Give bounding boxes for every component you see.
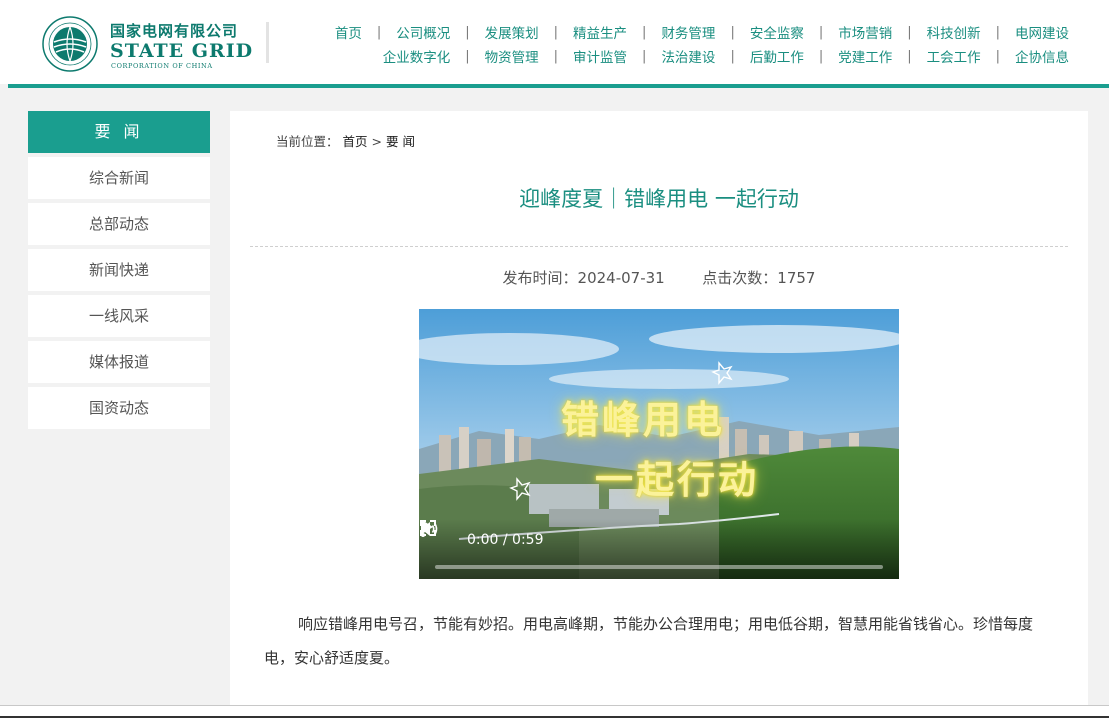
site-logo[interactable]: 国家电网有限公司 STATE GRID CORPORATION OF CHINA <box>40 14 260 72</box>
breadcrumb: 当前位置： 首页 > 要 闻 <box>276 131 415 150</box>
article-panel: 当前位置： 首页 > 要 闻 迎峰度夏｜错峰用电 一起行动 发布时间：2024-… <box>230 111 1088 705</box>
sidebar-item-media-reports[interactable]: 媒体报道 <box>28 341 210 383</box>
company-subtitle-en: CORPORATION OF CHINA <box>111 62 213 70</box>
breadcrumb-home-link[interactable]: 首页 <box>343 134 368 149</box>
site-header: 国家电网有限公司 STATE GRID CORPORATION OF CHINA… <box>0 0 1109 84</box>
nav-item-lean-production[interactable]: 精益生产 <box>573 22 627 42</box>
nav-item-legal[interactable]: 法治建设 <box>661 46 715 66</box>
article-meta: 发布时间：2024-07-31 点击次数：1757 <box>230 267 1088 288</box>
nav-item-audit[interactable]: 审计监管 <box>573 46 627 66</box>
breadcrumb-separator: > <box>371 134 382 149</box>
nav-separator: | <box>465 24 470 40</box>
nav-separator: | <box>730 48 735 64</box>
nav-separator: | <box>818 48 824 64</box>
video-overlay-line-1: 错峰用电 <box>561 398 726 442</box>
header-accent-bar <box>8 84 1109 88</box>
breadcrumb-current[interactable]: 要 闻 <box>386 134 415 149</box>
publish-label: 发布时间： <box>502 269 578 287</box>
sidebar-item-news-express[interactable]: 新闻快递 <box>28 249 210 291</box>
logo-divider <box>266 22 269 63</box>
nav-item-safety[interactable]: 安全监察 <box>750 22 804 42</box>
nav-item-enterprise-association[interactable]: 企协信息 <box>1015 46 1069 66</box>
nav-separator: | <box>818 24 824 40</box>
nav-separator: | <box>995 24 1000 40</box>
nav-item-materials[interactable]: 物资管理 <box>485 46 539 66</box>
main-nav-row-1: 首页 | 公司概况 | 发展策划 | 精益生产 | 财务管理 | 安全监察 | … <box>335 22 1069 43</box>
nav-separator: | <box>907 24 912 40</box>
window-bottom-edge <box>0 705 1109 720</box>
sidebar-item-hq-updates[interactable]: 总部动态 <box>28 203 210 245</box>
nav-item-home[interactable]: 首页 <box>335 22 362 42</box>
nav-item-grid-construction[interactable]: 电网建设 <box>1015 22 1069 42</box>
nav-separator: | <box>642 24 647 40</box>
company-name-en: STATE GRID <box>110 40 254 62</box>
nav-separator: | <box>995 48 1000 64</box>
nav-separator: | <box>730 24 735 40</box>
nav-separator: | <box>642 48 647 64</box>
sidebar-item-general-news[interactable]: 综合新闻 <box>28 157 210 199</box>
views-label: 点击次数： <box>702 269 778 287</box>
nav-separator: | <box>553 48 559 64</box>
nav-separator: | <box>553 24 559 40</box>
nav-item-digitalization[interactable]: 企业数字化 <box>383 46 451 66</box>
title-divider <box>250 246 1068 247</box>
video-controls: 0:00 / 0:59 <box>419 519 899 579</box>
video-time: 0:00 / 0:59 <box>467 532 544 548</box>
nav-separator: | <box>376 24 382 40</box>
nav-item-union[interactable]: 工会工作 <box>927 46 981 66</box>
video-overlay-line-2: 一起行动 <box>595 458 760 502</box>
publish-date: 2024-07-31 <box>577 269 665 287</box>
nav-item-finance[interactable]: 财务管理 <box>661 22 715 42</box>
main-nav-row-2: 企业数字化 | 物资管理 | 审计监管 | 法治建设 | 后勤工作 | 党建工作… <box>383 46 1069 67</box>
views-count: 1757 <box>777 269 816 287</box>
nav-item-innovation[interactable]: 科技创新 <box>927 22 981 42</box>
video-player[interactable]: 错峰用电 一起行动 0:00 / 0:59 <box>419 309 899 579</box>
company-name-cn: 国家电网有限公司 <box>110 22 239 40</box>
nav-item-logistics[interactable]: 后勤工作 <box>750 46 804 66</box>
nav-separator: | <box>907 48 912 64</box>
sidebar-item-frontline[interactable]: 一线风采 <box>28 295 210 337</box>
nav-item-party-building[interactable]: 党建工作 <box>838 46 892 66</box>
nav-separator: | <box>465 48 470 64</box>
more-options-icon[interactable] <box>419 519 427 539</box>
article-body: 响应错峰用电号召，节能有妙招。用电高峰期，节能办公合理用电；用电低谷期，智慧用能… <box>264 615 1034 667</box>
nav-item-development-planning[interactable]: 发展策划 <box>485 22 539 42</box>
state-grid-emblem-icon <box>42 16 98 72</box>
nav-item-company-overview[interactable]: 公司概况 <box>396 22 450 42</box>
breadcrumb-prefix: 当前位置： <box>276 134 339 149</box>
article-title: 迎峰度夏｜错峰用电 一起行动 <box>519 187 799 211</box>
video-progress-bar[interactable] <box>435 565 883 569</box>
sidebar: 要 闻 综合新闻 总部动态 新闻快递 一线风采 媒体报道 国资动态 <box>28 111 210 429</box>
nav-item-marketing[interactable]: 市场营销 <box>838 22 892 42</box>
sidebar-item-sasac-news[interactable]: 国资动态 <box>28 387 210 429</box>
sidebar-title[interactable]: 要 闻 <box>28 111 210 153</box>
